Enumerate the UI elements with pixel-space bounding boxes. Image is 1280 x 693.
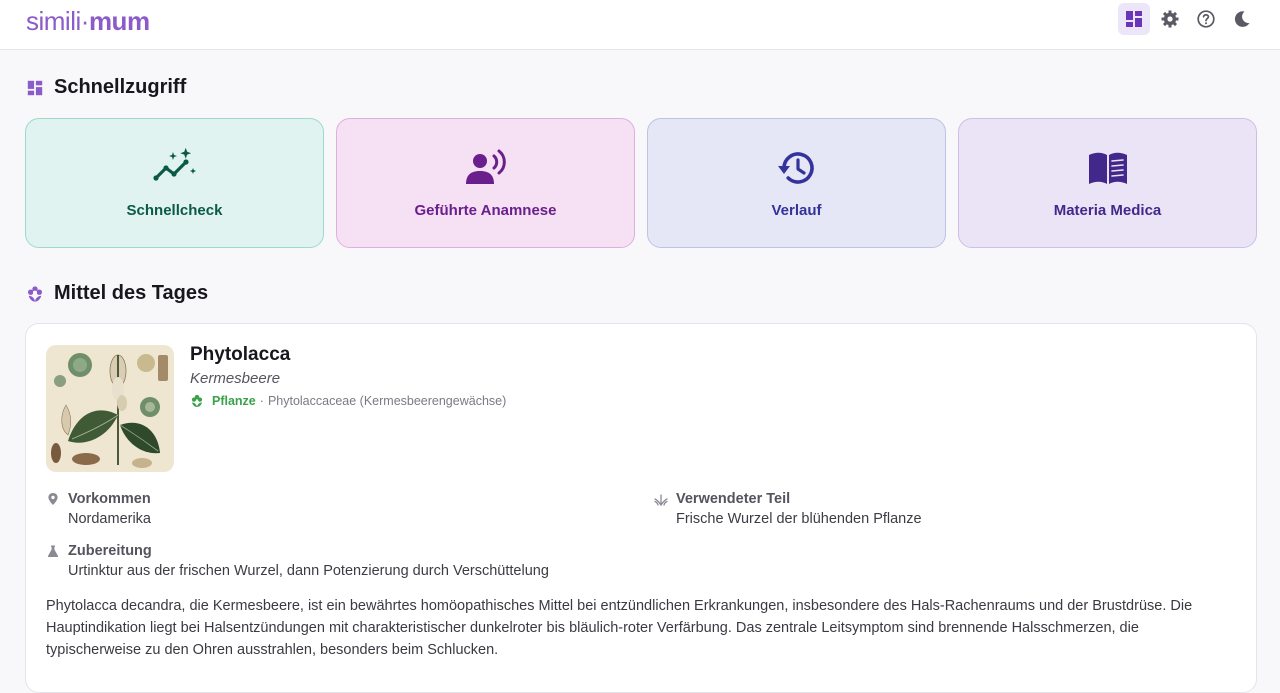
- tile-schnellcheck[interactable]: Schnellcheck: [25, 118, 324, 248]
- info-occurrence: Vorkommen Nordamerika: [46, 489, 151, 529]
- tile-label: Schnellcheck: [126, 201, 223, 219]
- settings-button[interactable]: [1154, 3, 1186, 35]
- help-button[interactable]: [1190, 3, 1222, 35]
- tile-label: Verlauf: [771, 201, 822, 219]
- kingdom-badge: Pflanze: [212, 394, 256, 408]
- dashboard-button[interactable]: [1118, 3, 1150, 35]
- tile-gefuehrte-anamnese[interactable]: Geführte Anamnese: [336, 118, 635, 248]
- quick-access-heading: Schnellzugriff: [26, 76, 186, 99]
- remedy-name: Phytolacca: [190, 344, 291, 365]
- tile-label: Materia Medica: [1053, 201, 1162, 219]
- book-icon: [1088, 152, 1127, 184]
- gear-icon: [1161, 10, 1179, 28]
- dark-mode-toggle[interactable]: [1226, 3, 1258, 35]
- remedy-card[interactable]: Phytolacca Kermesbeere Pflanze · Phytola…: [25, 323, 1257, 693]
- sparkle-trend-icon: [152, 147, 196, 181]
- flower-icon: [27, 285, 43, 302]
- used-part-value: Frische Wurzel der blühenden Pflanze: [676, 511, 922, 527]
- remedy-of-day-title: Mittel des Tages: [54, 282, 209, 304]
- top-bar: simili·mum: [0, 0, 1280, 50]
- person-voice-icon: [465, 149, 506, 184]
- tile-label: Geführte Anamnese: [414, 201, 557, 219]
- plant-illustration-image: [46, 345, 174, 472]
- info-preparation: Zubereitung Urtinktur aus der frischen W…: [46, 541, 549, 581]
- tile-verlauf[interactable]: Verlauf: [647, 118, 946, 248]
- remedy-of-day-heading: Mittel des Tages: [26, 282, 208, 305]
- preparation-value: Urtinktur aus der frischen Wurzel, dann …: [68, 563, 549, 579]
- preparation-label: Zubereitung: [68, 543, 152, 559]
- logo-text-left: simili: [26, 6, 81, 36]
- tile-materia-medica[interactable]: Materia Medica: [958, 118, 1257, 248]
- occurrence-value: Nordamerika: [68, 511, 151, 527]
- dashboard-icon: [1126, 11, 1142, 27]
- plant-icon: [191, 394, 203, 407]
- location-pin-icon: [48, 493, 58, 505]
- logo-text-right: mum: [88, 6, 150, 36]
- meta-separator: ·: [259, 394, 264, 408]
- remedy-description: Phytolacca decandra, die Kermesbeere, is…: [46, 598, 1193, 658]
- plant-family: Phytolaccaceae (Kermesbeerengewächse): [267, 394, 507, 408]
- header-actions: [1118, 3, 1258, 35]
- dashboard-icon: [27, 80, 43, 95]
- history-icon: [777, 151, 814, 184]
- info-used-part: Verwendeter Teil Frische Wurzel der blüh…: [654, 489, 922, 529]
- remedy-illustration: [46, 345, 174, 472]
- used-part-label: Verwendeter Teil: [676, 491, 791, 507]
- flask-icon: [47, 545, 59, 557]
- help-icon: [1197, 10, 1215, 28]
- quick-access-title: Schnellzugriff: [54, 76, 187, 98]
- app-logo[interactable]: simili·mum: [26, 6, 150, 36]
- logo-dot: ·: [80, 6, 90, 36]
- occurrence-label: Vorkommen: [68, 491, 151, 507]
- quick-access-tiles: Schnellcheck Geführte Anamnese Verlauf M…: [25, 118, 1257, 248]
- moon-icon: [1234, 11, 1250, 27]
- remedy-common-name: Kermesbeere: [190, 370, 281, 387]
- grass-icon: [654, 494, 668, 506]
- remedy-classification: Pflanze · Phytolaccaceae (Kermesbeerenge…: [190, 394, 506, 408]
